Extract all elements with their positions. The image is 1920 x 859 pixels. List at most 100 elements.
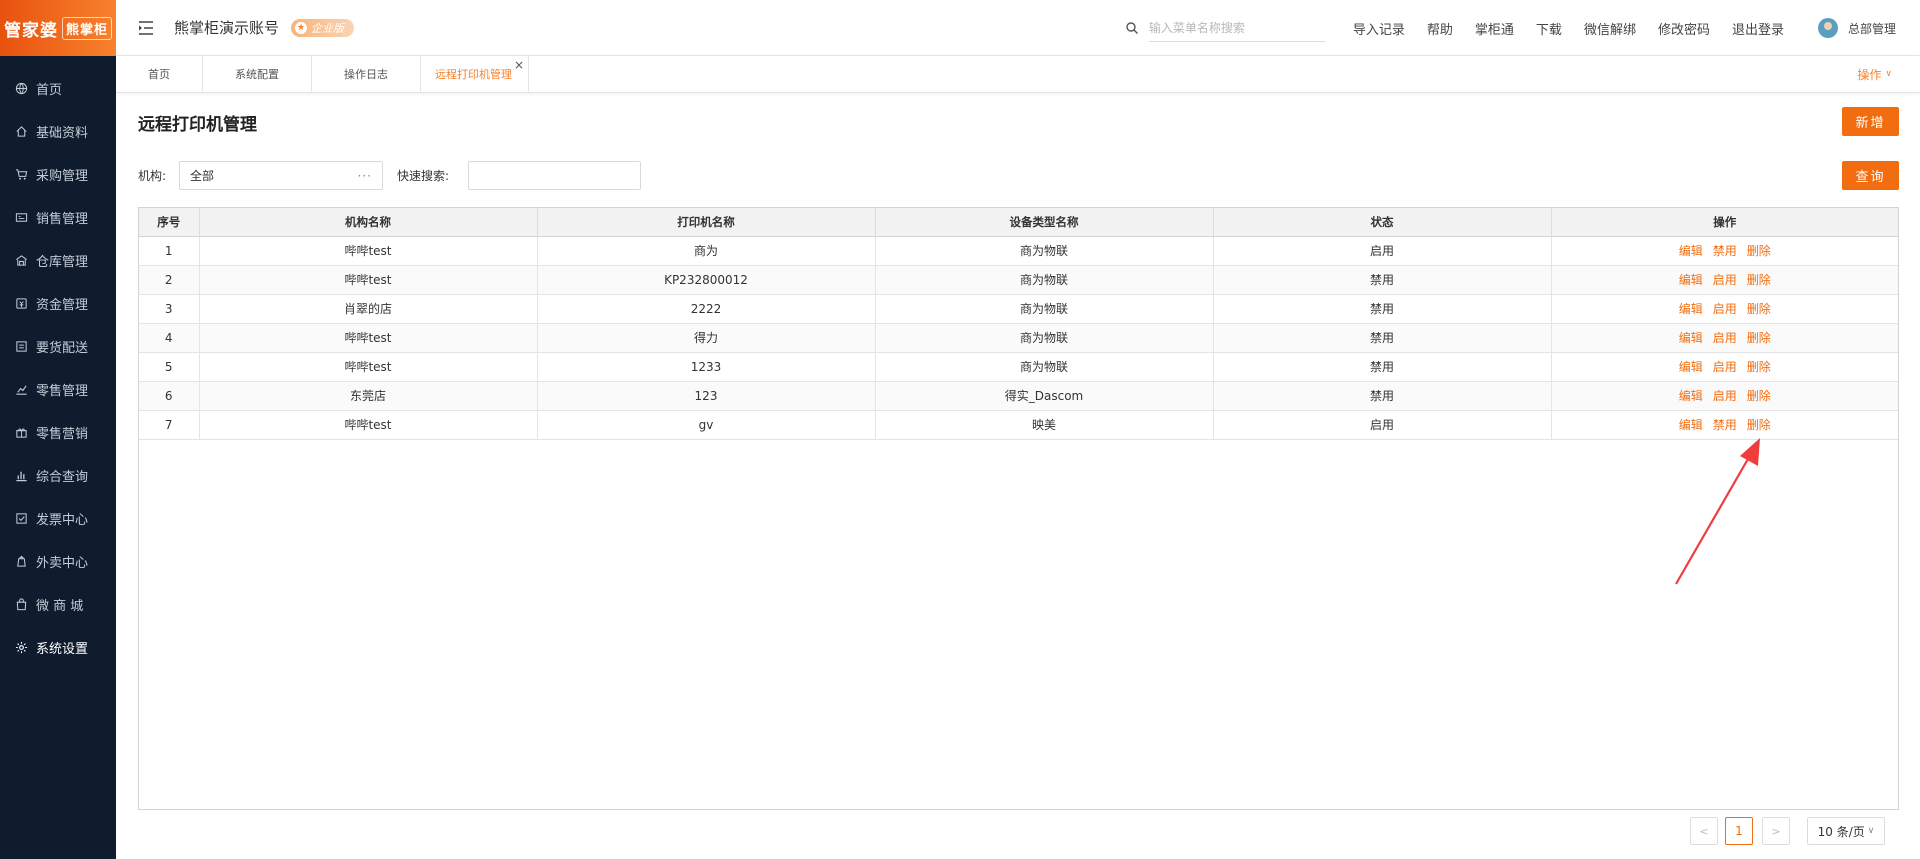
- edit-action[interactable]: 编辑: [1679, 273, 1703, 287]
- delivery-icon: [14, 340, 28, 354]
- next-page-button[interactable]: >: [1762, 817, 1790, 845]
- enable-action[interactable]: 启用: [1713, 302, 1737, 316]
- sidebar-item[interactable]: 采购管理: [0, 153, 116, 196]
- tab-operation-log[interactable]: 操作日志: [312, 56, 421, 92]
- edit-action[interactable]: 编辑: [1679, 331, 1703, 345]
- delete-action[interactable]: 删除: [1747, 360, 1771, 374]
- cell-printer: gv: [537, 410, 876, 440]
- close-icon[interactable]: ×: [514, 58, 524, 72]
- sidebar-item[interactable]: 系统设置: [0, 626, 116, 669]
- sidebar-menu: 首页基础资料采购管理 销售管理 仓库管理 资金管理 要货配送 零售管理 零售营销综合查询发票…: [0, 56, 116, 669]
- disable-action[interactable]: 禁用: [1713, 418, 1737, 432]
- sidebar-item[interactable]: 微 商 城: [0, 583, 116, 626]
- edit-action[interactable]: 编辑: [1679, 244, 1703, 258]
- sidebar-item[interactable]: 销售管理: [0, 196, 116, 239]
- retail-chart-icon: [14, 383, 28, 397]
- sidebar-item[interactable]: 资金管理: [0, 282, 116, 325]
- link-logout[interactable]: 退出登录: [1732, 19, 1784, 38]
- sidebar-item[interactable]: 发票中心: [0, 497, 116, 540]
- edit-action[interactable]: 编辑: [1679, 360, 1703, 374]
- org-select[interactable]: 全部 ···: [179, 161, 383, 190]
- edit-action[interactable]: 编辑: [1679, 418, 1703, 432]
- cell-actions: 编辑 启用 删除: [1551, 381, 1898, 411]
- table-row: 6 东莞店 123 得实_Dascom 禁用 编辑 启用 删除: [139, 381, 1898, 411]
- page-tabs: 首页 系统配置 操作日志 远程打印机管理 × 操作 ∨: [116, 56, 1920, 93]
- cell-type: 映美: [875, 410, 1214, 440]
- sidebar-item-label: 综合查询: [36, 470, 89, 485]
- printer-table: 序号 机构名称 打印机名称 设备类型名称 状态 操作 1 哔哔test 商为 商为物联…: [138, 207, 1899, 810]
- tab-operations-label: 操作: [1857, 67, 1882, 82]
- add-button[interactable]: 新增: [1842, 107, 1899, 136]
- tab-system-config[interactable]: 系统配置: [203, 56, 312, 92]
- delete-action[interactable]: 删除: [1747, 244, 1771, 258]
- link-download[interactable]: 下载: [1536, 19, 1562, 38]
- link-help[interactable]: 帮助: [1427, 19, 1453, 38]
- link-change-password[interactable]: 修改密码: [1658, 19, 1710, 38]
- delete-action[interactable]: 删除: [1747, 418, 1771, 432]
- col-header-device-type: 设备类型名称: [875, 208, 1214, 237]
- sidebar-item[interactable]: 要货配送: [0, 325, 116, 368]
- cell-type: 商为物联: [875, 352, 1214, 382]
- table-row: 5 哔哔test 1233 商为物联 禁用 编辑 启用 删除: [139, 352, 1898, 382]
- cell-actions: 编辑 启用 删除: [1551, 265, 1898, 295]
- delete-action[interactable]: 删除: [1747, 331, 1771, 345]
- gift-icon: [14, 426, 28, 440]
- sidebar-item[interactable]: 首页: [0, 67, 116, 110]
- sidebar-item[interactable]: 基础资料: [0, 110, 116, 153]
- cell-org: 哔哔test: [199, 323, 538, 353]
- cell-printer: KP232800012: [537, 265, 876, 295]
- quick-search-input[interactable]: [468, 161, 641, 190]
- cell-org: 东莞店: [199, 381, 538, 411]
- cell-actions: 编辑 禁用 删除: [1551, 410, 1898, 440]
- col-header-no: 序号: [139, 208, 200, 237]
- enable-action[interactable]: 启用: [1713, 389, 1737, 403]
- cell-no: 2: [139, 265, 200, 295]
- tab-home[interactable]: 首页: [116, 56, 203, 92]
- more-icon[interactable]: ···: [358, 169, 372, 183]
- link-zhangguitong[interactable]: 掌柜通: [1475, 19, 1514, 38]
- table-row: 7 哔哔test gv 映美 启用 编辑 禁用 删除: [139, 410, 1898, 440]
- sidebar: 管家婆 熊掌柜 首页 基础资料 采购管理 销售管理 仓库管理 资金管理 要货配送 零售管理 零售…: [0, 0, 116, 859]
- delete-action[interactable]: 删除: [1747, 273, 1771, 287]
- sidebar-item-label: 基础资料: [36, 126, 89, 141]
- cell-printer: 商为: [537, 236, 876, 266]
- cell-no: 3: [139, 294, 200, 324]
- home-icon: [14, 125, 28, 139]
- sidebar-item[interactable]: 零售管理: [0, 368, 116, 411]
- page-number-current[interactable]: 1: [1725, 817, 1753, 845]
- cell-printer: 1233: [537, 352, 876, 382]
- sidebar-item[interactable]: 仓库管理: [0, 239, 116, 282]
- query-button[interactable]: 查询: [1842, 161, 1899, 190]
- tab-remote-printer[interactable]: 远程打印机管理 ×: [421, 56, 529, 92]
- enable-action[interactable]: 启用: [1713, 331, 1737, 345]
- link-wechat-unbind[interactable]: 微信解绑: [1584, 19, 1636, 38]
- enable-action[interactable]: 启用: [1713, 273, 1737, 287]
- avatar: [1817, 18, 1838, 38]
- edit-action[interactable]: 编辑: [1679, 389, 1703, 403]
- link-import-records[interactable]: 导入记录: [1353, 19, 1405, 38]
- edit-action[interactable]: 编辑: [1679, 302, 1703, 316]
- cell-type: 得实_Dascom: [875, 381, 1214, 411]
- sidebar-item-label: 发票中心: [36, 513, 89, 528]
- sidebar-item[interactable]: 外卖中心: [0, 540, 116, 583]
- menu-toggle-icon[interactable]: [138, 20, 154, 36]
- sidebar-item-label: 微 商 城: [36, 599, 84, 614]
- delete-action[interactable]: 删除: [1747, 389, 1771, 403]
- page-size-select[interactable]: 10 条/页 ∨: [1807, 817, 1885, 845]
- star-icon: ★: [295, 21, 308, 34]
- cell-printer: 123: [537, 381, 876, 411]
- sidebar-item[interactable]: 综合查询: [0, 454, 116, 497]
- cell-type: 商为物联: [875, 294, 1214, 324]
- prev-page-button[interactable]: <: [1690, 817, 1718, 845]
- cell-org: 哔哔test: [199, 265, 538, 295]
- cell-actions: 编辑 启用 删除: [1551, 352, 1898, 382]
- tab-operations-dropdown[interactable]: 操作 ∨: [1857, 56, 1892, 92]
- chevron-down-icon: ∨: [1867, 826, 1875, 836]
- enable-action[interactable]: 启用: [1713, 360, 1737, 374]
- disable-action[interactable]: 禁用: [1713, 244, 1737, 258]
- user-menu[interactable]: 总部管理: [1817, 18, 1896, 38]
- sidebar-item-label: 外卖中心: [36, 556, 89, 571]
- delete-action[interactable]: 删除: [1747, 302, 1771, 316]
- sidebar-item[interactable]: 零售营销: [0, 411, 116, 454]
- menu-search-input[interactable]: [1148, 14, 1325, 42]
